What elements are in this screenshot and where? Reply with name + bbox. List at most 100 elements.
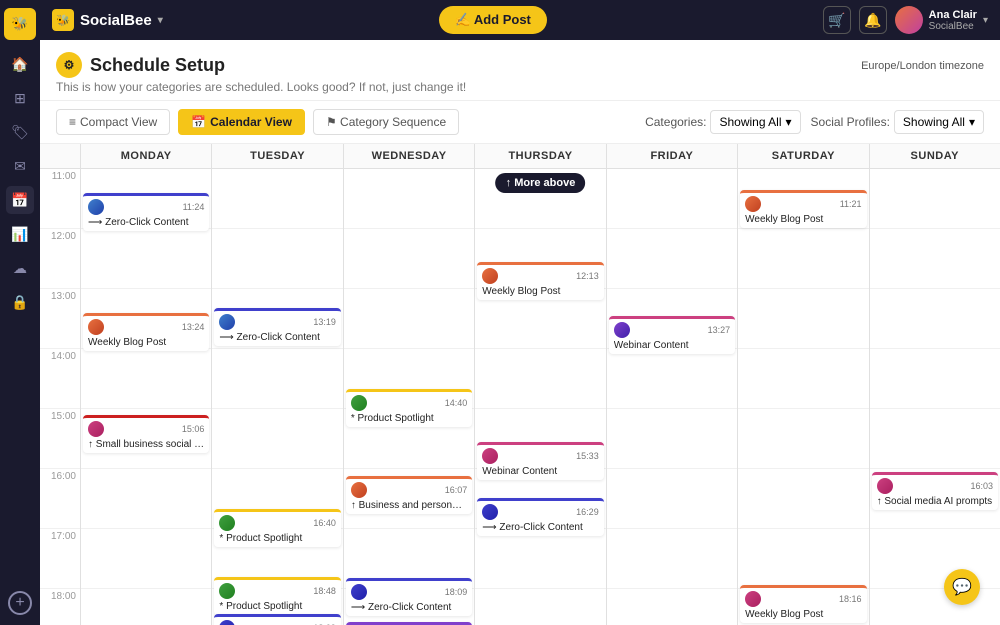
compact-view-icon: ≡ — [69, 115, 76, 129]
brand-chevron: ▾ — [158, 15, 163, 26]
toolbar-right: Categories: Showing All ▾ Social Profile… — [645, 110, 984, 134]
add-post-button[interactable]: ✍ Add Post — [439, 6, 547, 34]
sidebar-item-chart[interactable]: 📊 — [6, 220, 34, 248]
notifications-button[interactable]: 🔔 — [859, 6, 887, 34]
event-avatar — [219, 620, 235, 625]
sidebar-item-calendar[interactable]: 📅 — [6, 186, 34, 214]
event-sunday-1[interactable]: 16:03 ↑ Social media AI prompts — [872, 472, 998, 510]
time-12: 12:00 — [40, 229, 80, 289]
event-wednesday-3[interactable]: 18:09 ⟶ Zero-Click Content — [346, 578, 472, 616]
event-saturday-1[interactable]: 11:21 Weekly Blog Post — [740, 190, 866, 228]
sidebar-item-grid[interactable]: ⊞ — [6, 84, 34, 112]
chat-button[interactable]: 💬 — [944, 569, 980, 605]
user-info: Ana Clair SocialBee — [929, 9, 977, 32]
event-time: 18:48 — [313, 586, 336, 596]
calendar-view-button[interactable]: 📅 Calendar View — [178, 109, 305, 135]
saturday-column: 11:21 Weekly Blog Post 18:16 Weekly Blog… — [737, 169, 868, 625]
event-avatar — [219, 583, 235, 599]
time-16: 16:00 — [40, 469, 80, 529]
categories-label: Categories: — [645, 115, 706, 129]
brand-logo[interactable]: 🐝 SocialBee ▾ — [52, 9, 163, 31]
event-title: * Product Spotlight — [219, 533, 335, 544]
event-title: ⟶ Zero-Click Content — [219, 332, 335, 343]
event-title: ⟶ Zero-Click Content — [88, 217, 204, 228]
top-navigation: 🐝 SocialBee ▾ ✍ Add Post 🛒 🔔 Ana Clair S… — [40, 0, 1000, 40]
event-title: ↑ Social media AI prompts — [877, 496, 993, 507]
sidebar-item-cloud[interactable]: ☁ — [6, 254, 34, 282]
sun-slot-18 — [870, 589, 1000, 625]
thu-slot-14 — [475, 349, 605, 409]
event-title: Weekly Blog Post — [88, 337, 204, 348]
calendar-view-label: Calendar View — [210, 115, 292, 129]
event-time: 15:33 — [576, 451, 599, 461]
page-subtitle: This is how your categories are schedule… — [56, 80, 466, 94]
event-saturday-2[interactable]: 18:16 Weekly Blog Post — [740, 585, 866, 623]
event-avatar — [351, 482, 367, 498]
sunday-column: 16:03 ↑ Social media AI prompts — [869, 169, 1000, 625]
sidebar-logo[interactable]: 🐝 — [4, 8, 36, 40]
event-tuesday-2[interactable]: 16:40 * Product Spotlight — [214, 509, 340, 547]
event-title: ⟶ Zero-Click Content — [351, 602, 467, 613]
sat-slot-16 — [738, 469, 868, 529]
monday-slot-12 — [81, 229, 211, 289]
calendar-view: MONDAY TUESDAY WEDNESDAY THURSDAY FRIDAY… — [40, 144, 1000, 625]
event-avatar — [351, 584, 367, 600]
event-avatar — [219, 515, 235, 531]
sidebar-item-add[interactable]: + — [6, 589, 34, 617]
page-icon: ⚙ — [56, 52, 82, 78]
event-monday-3[interactable]: 15:06 ↑ Small business social medi... — [83, 415, 209, 453]
event-title: * Product Spotlight — [351, 413, 467, 424]
tuesday-slot-15 — [212, 409, 342, 469]
categories-select[interactable]: Showing All ▾ — [710, 110, 800, 134]
sun-slot-13 — [870, 289, 1000, 349]
event-avatar — [745, 196, 761, 212]
toolbar: ≡ Compact View 📅 Calendar View ⚑ Categor… — [40, 101, 1000, 144]
more-above-badge[interactable]: ↑ More above — [496, 173, 586, 193]
wed-slot-13 — [344, 289, 474, 349]
monday-column: 11:24 ⟶ Zero-Click Content 13:24 Weekly … — [80, 169, 211, 625]
event-thursday-3[interactable]: 16:29 ⟶ Zero-Click Content — [477, 498, 603, 536]
event-time: 18:16 — [839, 594, 862, 604]
sidebar-item-mail[interactable]: ✉ — [6, 152, 34, 180]
event-tuesday-4[interactable]: 18:09 ⟶ Zero-Click Content — [214, 614, 340, 625]
event-avatar — [745, 591, 761, 607]
event-friday-1[interactable]: 13:27 Webinar Content — [609, 316, 735, 354]
event-tuesday-3[interactable]: 18:48 * Product Spotlight — [214, 577, 340, 615]
event-tuesday-1[interactable]: 13:19 ⟶ Zero-Click Content — [214, 308, 340, 346]
compact-view-button[interactable]: ≡ Compact View — [56, 109, 170, 135]
calendar-header: MONDAY TUESDAY WEDNESDAY THURSDAY FRIDAY… — [40, 144, 1000, 169]
event-wednesday-1[interactable]: 14:40 * Product Spotlight — [346, 389, 472, 427]
day-header-saturday: SATURDAY — [737, 144, 868, 168]
sidebar-item-home[interactable]: 🏠 — [6, 50, 34, 78]
day-header-wednesday: WEDNESDAY — [343, 144, 474, 168]
event-title: Webinar Content — [614, 340, 730, 351]
wed-slot-11 — [344, 169, 474, 229]
content-area: ⚙ Schedule Setup This is how your catego… — [40, 40, 1000, 625]
event-monday-1[interactable]: 11:24 ⟶ Zero-Click Content — [83, 193, 209, 231]
event-title: Webinar Content — [482, 466, 598, 477]
social-profiles-value: Showing All — [903, 115, 965, 129]
event-avatar — [482, 504, 498, 520]
event-wednesday-2[interactable]: 16:07 ↑ Business and personal bra... — [346, 476, 472, 514]
event-thursday-2[interactable]: 15:33 Webinar Content — [477, 442, 603, 480]
day-header-monday: MONDAY — [80, 144, 211, 168]
event-monday-2[interactable]: 13:24 Weekly Blog Post — [83, 313, 209, 351]
time-11: 11:00 — [40, 169, 80, 229]
event-thursday-1[interactable]: 12:13 Weekly Blog Post — [477, 262, 603, 300]
event-time: 13:24 — [182, 322, 205, 332]
fri-slot-16 — [607, 469, 737, 529]
category-sequence-button[interactable]: ⚑ Category Sequence — [313, 109, 459, 135]
sun-slot-14 — [870, 349, 1000, 409]
sidebar-item-category[interactable]: 🏷 — [6, 118, 34, 146]
event-title: * Product Spotlight — [219, 601, 335, 612]
social-profiles-select[interactable]: Showing All ▾ — [894, 110, 984, 134]
event-avatar — [614, 322, 630, 338]
sidebar-item-lock[interactable]: 🔒 — [6, 288, 34, 316]
categories-value: Showing All — [719, 115, 781, 129]
category-sequence-label: ⚑ Category Sequence — [326, 115, 446, 129]
event-title: ↑ Small business social medi... — [88, 439, 204, 450]
cart-button[interactable]: 🛒 — [823, 6, 851, 34]
event-time: 16:03 — [970, 481, 993, 491]
user-menu[interactable]: Ana Clair SocialBee ▾ — [895, 6, 988, 34]
friday-column: 13:27 Webinar Content — [606, 169, 737, 625]
